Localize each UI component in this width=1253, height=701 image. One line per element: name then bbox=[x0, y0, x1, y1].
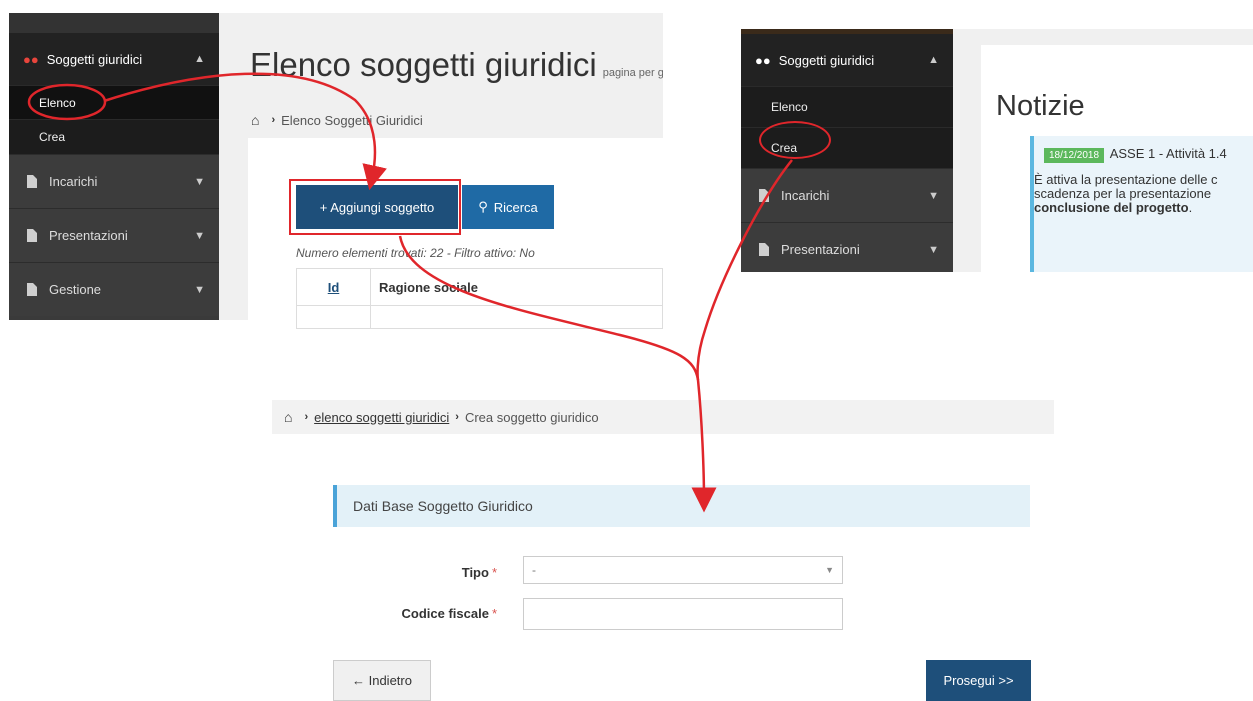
arrow-add-to-form bbox=[398, 235, 717, 513]
elenco-highlight-ellipse bbox=[27, 83, 107, 121]
annotation-arrows bbox=[27, 72, 793, 513]
arrow-elenco-to-add bbox=[103, 72, 387, 191]
arrow-crea-to-form bbox=[696, 159, 793, 381]
